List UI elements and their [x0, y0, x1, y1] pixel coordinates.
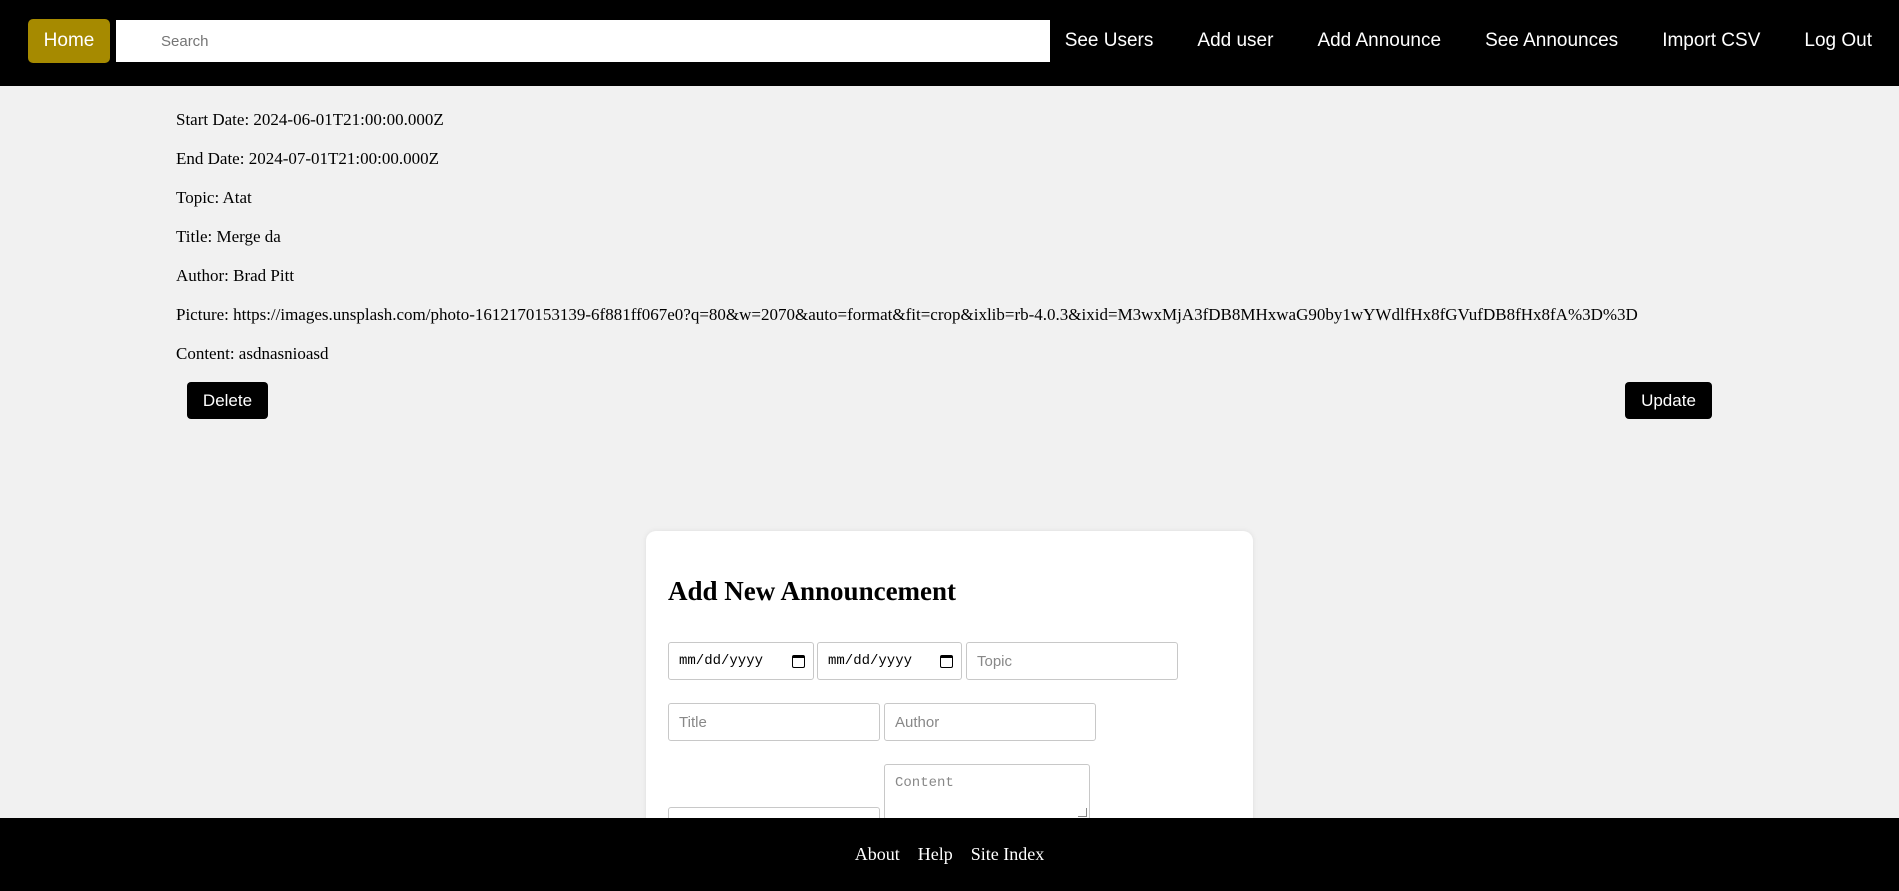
nav-link-import-csv[interactable]: Import CSV [1640, 30, 1782, 52]
footer: About Help Site Index [0, 818, 1899, 891]
footer-link-site-index[interactable]: Site Index [962, 844, 1054, 865]
footer-link-about[interactable]: About [846, 844, 909, 865]
delete-button[interactable]: Delete [187, 382, 268, 419]
nav-links: See Users Add user Add Announce See Anno… [1043, 0, 1899, 82]
resize-handle-icon[interactable] [1078, 808, 1087, 817]
search-input[interactable] [116, 20, 1050, 62]
picture-text: Picture: https://images.unsplash.com/pho… [176, 305, 1638, 324]
end-date-text: End Date: 2024-07-01T21:00:00.000Z [176, 149, 439, 168]
top-navigation: Home See Users Add user Add Announce See… [0, 0, 1899, 86]
nav-link-log-out[interactable]: Log Out [1782, 30, 1899, 52]
announcement-detail: Start Date: 2024-06-01T21:00:00.000Z End… [176, 109, 1638, 382]
author-text: Author: Brad Pitt [176, 266, 295, 285]
title-input[interactable]: Title [668, 703, 880, 741]
topic-placeholder: Topic [977, 652, 1013, 670]
content-placeholder: Content [895, 775, 954, 791]
title-text: Title: Merge da [176, 227, 281, 246]
calendar-icon[interactable] [940, 654, 953, 668]
update-button[interactable]: Update [1625, 382, 1712, 419]
nav-link-add-announce[interactable]: Add Announce [1295, 30, 1463, 52]
author-input[interactable]: Author [884, 703, 1096, 741]
topic-input[interactable]: Topic [966, 642, 1178, 680]
home-button[interactable]: Home [28, 19, 110, 63]
end-date-placeholder: mm/dd/yyyy [828, 653, 913, 669]
content-textarea[interactable]: Content [884, 764, 1090, 820]
topic-text: Topic: Atat [176, 188, 252, 207]
calendar-icon[interactable] [792, 654, 805, 668]
title-placeholder: Title [679, 713, 707, 731]
nav-link-add-user[interactable]: Add user [1175, 30, 1295, 52]
nav-link-see-announces[interactable]: See Announces [1463, 30, 1640, 52]
end-date-input[interactable]: mm/dd/yyyy [817, 642, 962, 680]
author-placeholder: Author [895, 713, 940, 731]
content-text: Content: asdnasnioasd [176, 344, 329, 363]
nav-link-see-users[interactable]: See Users [1043, 30, 1176, 52]
start-date-text: Start Date: 2024-06-01T21:00:00.000Z [176, 110, 444, 129]
start-date-placeholder: mm/dd/yyyy [679, 653, 764, 669]
form-heading: Add New Announcement [668, 576, 957, 606]
footer-link-help[interactable]: Help [909, 844, 962, 865]
start-date-input[interactable]: mm/dd/yyyy [668, 642, 814, 680]
